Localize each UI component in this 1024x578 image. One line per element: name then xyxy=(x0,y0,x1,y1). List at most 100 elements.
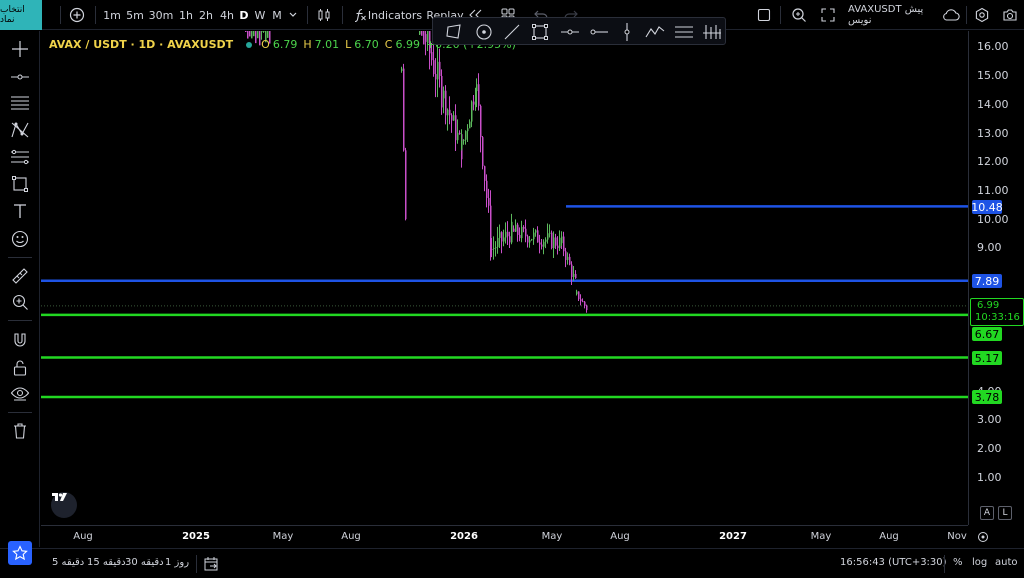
candle-body xyxy=(473,101,475,105)
interval-4h[interactable]: 4h xyxy=(217,0,237,30)
eye-icon[interactable] xyxy=(8,382,32,406)
interval-1h[interactable]: 1h xyxy=(175,0,197,30)
candle-body xyxy=(533,232,535,240)
trash-icon[interactable] xyxy=(8,419,32,443)
candle-body xyxy=(401,68,403,71)
candle-body xyxy=(511,228,513,232)
separator xyxy=(196,555,197,573)
polygon-icon[interactable] xyxy=(443,21,465,43)
magnet-icon[interactable] xyxy=(8,328,32,352)
level-label-blue-lower: 7.89 xyxy=(972,274,1002,288)
vertical-line-icon[interactable] xyxy=(616,21,638,43)
function-icon[interactable] xyxy=(351,0,369,30)
candle-body xyxy=(531,239,533,241)
axis-settings-icon[interactable] xyxy=(976,530,990,544)
trend-line-icon[interactable] xyxy=(501,21,523,43)
log-scale-toggle[interactable]: log xyxy=(972,557,987,568)
interval-w[interactable]: W xyxy=(253,0,267,30)
indicators-button[interactable]: Indicators xyxy=(368,0,422,30)
candle-body xyxy=(245,31,247,32)
interval-2h[interactable]: 2h xyxy=(196,0,216,30)
candle-body xyxy=(493,248,495,250)
interval-d[interactable]: D xyxy=(237,0,251,30)
price-tick: 15.00 xyxy=(977,69,1009,82)
lock-icon[interactable] xyxy=(8,356,32,380)
compare-add-icon[interactable] xyxy=(66,0,88,30)
range-5m[interactable]: 5 دقیقه xyxy=(52,557,84,568)
projection-icon[interactable] xyxy=(8,145,32,169)
rectangle-icon[interactable] xyxy=(8,172,32,196)
time-axis[interactable]: Aug 2025 May Aug 2026 May Aug 2027 May A… xyxy=(41,525,968,547)
pattern-icon[interactable] xyxy=(8,118,32,142)
chevron-down-icon[interactable] xyxy=(286,0,300,30)
zoom-in-icon[interactable] xyxy=(8,290,32,314)
level-label-blue-upper: 10.48 xyxy=(971,200,1003,214)
interval-30m[interactable]: 30m xyxy=(148,0,174,30)
chart-pane[interactable] xyxy=(41,31,968,525)
layout-name[interactable]: AVAXUSDT پیش نویس xyxy=(848,0,938,30)
price-axis[interactable]: 16.00 15.00 14.00 13.00 12.00 11.00 10.0… xyxy=(968,31,1024,525)
symbol-name[interactable]: AVAX / USDT · 1D · AVAXUSDT xyxy=(49,38,233,51)
quick-search-icon[interactable] xyxy=(788,0,810,30)
fib-lines-icon[interactable] xyxy=(8,91,32,115)
cloud-icon[interactable] xyxy=(939,0,963,30)
crosshair-icon[interactable] xyxy=(8,37,32,61)
circle-target-icon[interactable] xyxy=(473,21,495,43)
candle-body xyxy=(567,256,569,261)
fullscreen-square-icon[interactable] xyxy=(754,0,774,30)
candle-body xyxy=(437,61,439,80)
separator xyxy=(307,6,308,24)
candle-body xyxy=(545,239,547,242)
clock-timezone[interactable]: 16:56:43 (UTC+3:30) xyxy=(840,557,947,568)
ruler-icon[interactable] xyxy=(8,264,32,288)
price-tick: 16.00 xyxy=(977,40,1009,53)
text-icon[interactable] xyxy=(8,199,32,223)
time-tick: Nov xyxy=(947,531,967,542)
range-1d[interactable]: 1 روز xyxy=(165,557,189,568)
auto-scale-a-button[interactable]: A xyxy=(980,506,994,520)
candle-body xyxy=(445,90,447,116)
calendar-range-icon[interactable] xyxy=(203,556,219,572)
price-chart[interactable] xyxy=(41,31,968,525)
candle-body xyxy=(576,291,578,295)
high-label: H xyxy=(303,38,312,51)
candle-body xyxy=(449,109,451,116)
lock-scale-l-button[interactable]: L xyxy=(998,506,1012,520)
camera-icon[interactable] xyxy=(998,0,1022,30)
range-15m[interactable]: 15 دقیقه xyxy=(87,557,126,568)
tradingview-logo xyxy=(51,492,77,518)
expand-icon[interactable] xyxy=(817,0,839,30)
candle-body xyxy=(405,150,407,220)
path-icon[interactable] xyxy=(644,21,666,43)
percent-scale-toggle[interactable]: % xyxy=(953,557,963,568)
candle-body xyxy=(543,241,545,247)
market-status-dot xyxy=(246,41,253,48)
horizontal-ray-icon[interactable] xyxy=(588,21,610,43)
candle-body xyxy=(575,273,577,279)
price-tick: 3.00 xyxy=(977,413,1002,426)
settings-gear-icon[interactable] xyxy=(970,0,994,30)
parallel-channel-icon[interactable] xyxy=(673,21,695,43)
interval-5m[interactable]: 5m xyxy=(124,0,146,30)
horizontal-line-icon[interactable] xyxy=(559,21,581,43)
select-box-icon[interactable] xyxy=(529,21,551,43)
candle-body xyxy=(578,291,580,300)
favorites-star-button[interactable] xyxy=(8,541,32,565)
auto-scale-toggle[interactable]: auto xyxy=(995,557,1018,568)
level-label-green-lower: 3.78 xyxy=(972,390,1002,404)
interval-1m[interactable]: 1m xyxy=(101,0,123,30)
candle-body xyxy=(431,52,433,61)
candle-body xyxy=(478,84,480,106)
range-30m[interactable]: 30 دقیقه xyxy=(125,557,164,568)
symbol-search-button[interactable]: انتخاب نماد xyxy=(0,0,42,30)
candle-body xyxy=(261,31,263,32)
candles-icon[interactable] xyxy=(313,0,335,30)
candle-body xyxy=(541,244,543,247)
emoji-icon[interactable] xyxy=(8,227,32,251)
interval-m[interactable]: M xyxy=(270,0,284,30)
fib-retracement-icon[interactable] xyxy=(701,21,723,43)
candle-body xyxy=(403,68,405,151)
horizontal-ray-icon[interactable] xyxy=(8,65,32,89)
candle-body xyxy=(547,233,549,240)
candle-body xyxy=(573,273,575,278)
